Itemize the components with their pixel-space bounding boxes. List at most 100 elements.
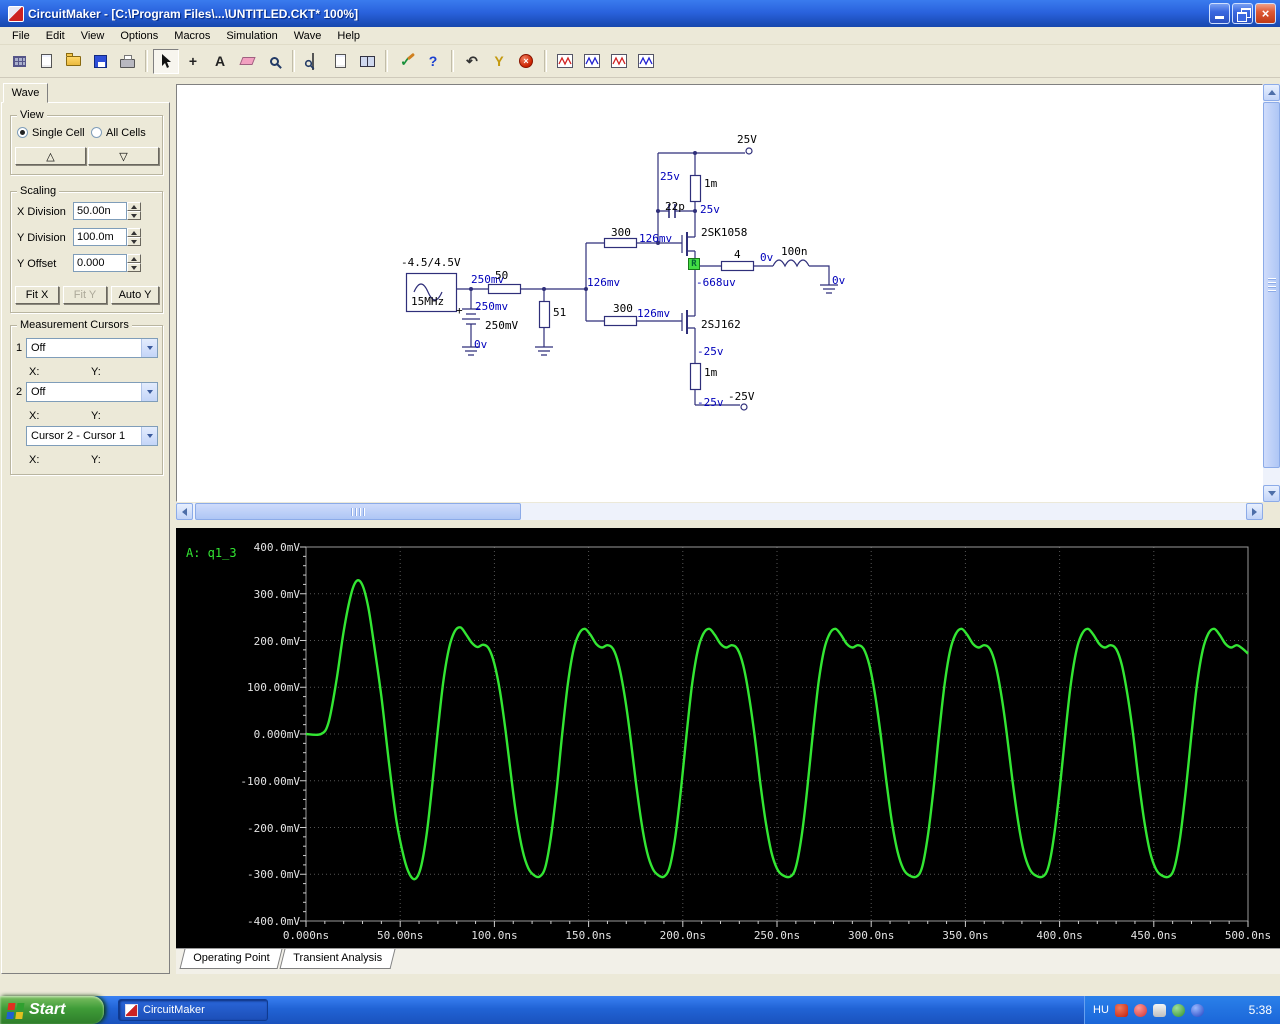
print-icon[interactable] [114,49,140,74]
menu-file[interactable]: File [4,28,38,44]
taskbar-task-circuitmaker[interactable]: CircuitMaker [118,999,268,1021]
all-cells-radio[interactable] [91,127,102,138]
wire-tool-icon[interactable]: + [180,49,206,74]
y-offset-spin-down[interactable] [127,263,141,272]
cursor1-combo-arrow-icon[interactable] [141,339,157,357]
x-axis-tick-label: 350.0ns [942,929,989,942]
split-view-icon[interactable] [354,49,380,74]
tab-operating-point[interactable]: Operating Point [179,949,283,969]
probe-tool-icon[interactable]: Y [486,49,512,74]
menu-wave[interactable]: Wave [286,28,330,44]
scaling-group-legend: Scaling [17,185,60,197]
restore-button[interactable] [1232,3,1253,24]
parts-bin-icon[interactable] [6,49,32,74]
scroll-up-icon[interactable] [1263,84,1280,101]
minimize-button[interactable] [1209,3,1230,24]
schematic-canvas[interactable]: -4.5/4.5V 15MHz 250mv 50 250mv +250mV 0v 126mv 5… [176,84,1263,502]
fit-x-button[interactable]: Fit X [15,286,59,304]
windows-logo-icon [7,1002,16,1010]
cursor1-combo[interactable]: Off [26,338,158,358]
messenger-icon[interactable] [1190,1003,1204,1017]
alert-icon[interactable] [1133,1003,1147,1017]
simulation-mode-icon[interactable]: ✓ [393,49,419,74]
cursor1-number: 1 [16,342,23,354]
language-indicator[interactable]: HU [1093,1004,1109,1016]
y-axis-tick-label: 100.00mV [247,681,300,695]
x-axis-tick-label: 400.0ns [1036,929,1083,942]
scope-multi-icon[interactable] [606,49,632,74]
schematic-label: 250mV [485,319,519,332]
schematic-label: -668uv [696,276,736,289]
cursor2-y-label: Y: [91,410,101,422]
arrow-tool-icon[interactable] [153,48,179,74]
y-offset-spin-up[interactable] [127,254,141,263]
menu-macros[interactable]: Macros [166,28,218,44]
schematic-label: -25V [728,390,755,403]
scroll-left-icon[interactable] [176,503,193,520]
menu-help[interactable]: Help [329,28,368,44]
x-division-spin-up[interactable] [127,202,141,211]
cell-down-button[interactable]: ▽ [88,147,159,165]
fit-y-button[interactable]: Fit Y [63,286,107,304]
tab-wave[interactable]: Wave [3,83,48,103]
y-division-input[interactable]: 100.0m [73,228,127,246]
single-cell-radio[interactable] [17,127,28,138]
circuitmaker-task-icon [125,1003,138,1017]
scope-dual-icon[interactable] [579,49,605,74]
cursor2-number: 2 [16,386,23,398]
system-tray: HU 5:38 [1084,996,1280,1024]
zoom-tool-icon[interactable] [261,49,287,74]
start-button[interactable]: Start [0,996,104,1024]
vertical-scroll-thumb[interactable] [1263,102,1280,468]
text-tool-icon[interactable]: A [207,49,233,74]
y-division-label: Y Division [17,232,66,244]
auto-y-button[interactable]: Auto Y [111,286,159,304]
sheet-icon[interactable] [327,49,353,74]
x-division-label: X Division [17,206,66,218]
toolbar-separator [451,50,454,72]
delete-tool-icon[interactable] [234,49,260,74]
menu-options[interactable]: Options [112,28,166,44]
x-division-spin-down[interactable] [127,211,141,220]
help-icon[interactable]: ? [420,49,446,74]
cell-up-button[interactable]: △ [15,147,86,165]
toolbar-separator [544,50,547,72]
stop-simulation-icon[interactable]: × [513,49,539,74]
horizontal-scroll-thumb[interactable] [195,503,521,520]
volume-icon[interactable] [1152,1003,1166,1017]
scope-split-icon[interactable] [633,49,659,74]
new-file-icon[interactable] [33,49,59,74]
tab-transient-analysis[interactable]: Transient Analysis [279,949,396,969]
undo-icon[interactable]: ↶ [459,49,485,74]
cursor-diff-combo[interactable]: Cursor 2 - Cursor 1 [26,426,158,446]
probe-marker[interactable]: R [688,258,700,270]
y-offset-input[interactable]: 0.000 [73,254,127,272]
save-file-icon[interactable] [87,49,113,74]
close-button[interactable]: × [1255,3,1276,24]
scope-single-icon[interactable] [552,49,578,74]
taskbar-clock[interactable]: 5:38 [1249,1003,1272,1017]
schematic-label: 126mv [637,307,671,320]
cursor-diff-combo-arrow-icon[interactable] [141,427,157,445]
find-part-icon[interactable] [300,49,326,74]
menu-edit[interactable]: Edit [38,28,73,44]
menu-simulation[interactable]: Simulation [218,28,285,44]
scroll-down-icon[interactable] [1263,485,1280,502]
schematic-label: 300 [613,302,633,315]
scroll-right-icon[interactable] [1246,503,1263,520]
y-division-spin-down[interactable] [127,237,141,246]
x-axis-tick-label: 200.0ns [659,929,706,942]
y-division-spin-up[interactable] [127,228,141,237]
cursor2-combo[interactable]: Off [26,382,158,402]
x-axis-tick-label: 500.0ns [1224,929,1272,942]
network-status-icon[interactable] [1171,1003,1185,1017]
cursor2-combo-arrow-icon[interactable] [141,383,157,401]
x-division-input[interactable]: 50.00n [73,202,127,220]
open-file-icon[interactable] [60,49,86,74]
horizontal-scrollbar[interactable] [176,503,1263,520]
x-axis-tick-label: 100.0ns [471,929,518,942]
vertical-scrollbar[interactable] [1263,84,1280,502]
x-axis-tick-label: 300.0ns [848,929,895,942]
menu-view[interactable]: View [73,28,113,44]
security-shield-icon[interactable] [1114,1003,1128,1017]
